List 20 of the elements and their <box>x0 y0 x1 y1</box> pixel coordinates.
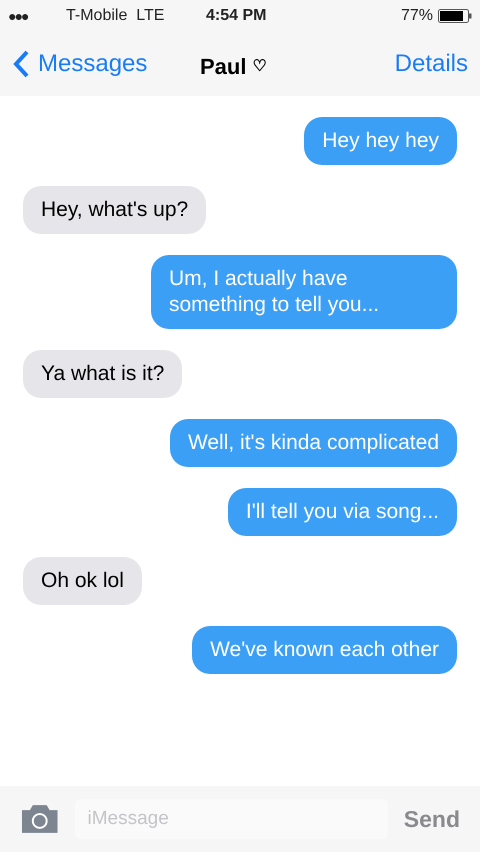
sent-message-bubble: Um, I actually have something to tell you... <box>151 255 457 329</box>
send-button[interactable]: Send <box>404 802 460 836</box>
sent-message-bubble: We've known each other <box>192 626 457 674</box>
signal-strength: ●●● <box>8 6 29 26</box>
chevron-left-icon <box>12 49 30 79</box>
heart-icon: ♡ <box>252 54 266 78</box>
sent-message-bubble: Well, it's kinda complicated <box>170 419 457 467</box>
received-message-bubble: Hey, what's up? <box>23 186 206 234</box>
details-button[interactable]: Details <box>394 46 468 82</box>
clock: 4:54 PM <box>206 6 266 26</box>
battery-percent: 77% <box>400 6 433 26</box>
back-button[interactable]: Messages <box>12 46 148 82</box>
received-message-bubble: Ya what is it? <box>23 350 182 398</box>
sent-message-bubble: I'll tell you via song... <box>228 488 457 536</box>
camera-icon[interactable] <box>20 804 60 834</box>
sent-message-bubble: Hey hey hey <box>304 117 457 165</box>
received-message-bubble: Oh ok lol <box>23 557 142 605</box>
contact-name: Paul <box>200 53 246 81</box>
battery-icon <box>438 9 472 23</box>
carrier-label: T-Mobile LTE <box>66 6 166 26</box>
